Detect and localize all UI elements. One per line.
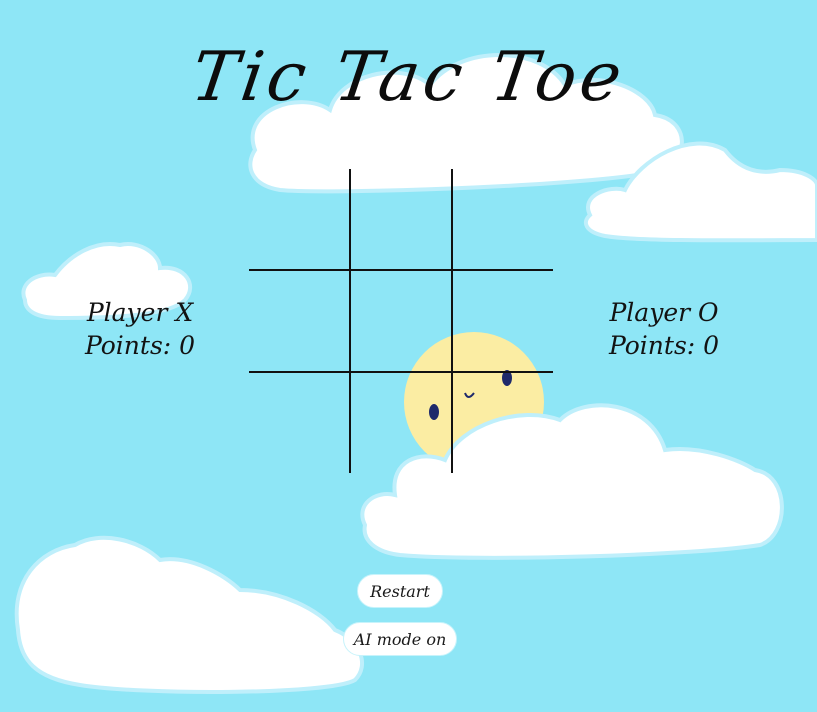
board-cell-1-2[interactable] xyxy=(453,271,553,371)
board-cell-0-1[interactable] xyxy=(351,169,451,269)
player-o-panel: Player O Points: 0 xyxy=(574,296,754,362)
player-o-points: Points: 0 xyxy=(608,331,720,360)
player-o-name: Player O xyxy=(609,298,719,327)
board-cell-1-1[interactable] xyxy=(351,271,451,371)
cloud-bottom-left xyxy=(14,535,365,694)
board-cell-0-0[interactable] xyxy=(249,169,349,269)
board-cell-2-2[interactable] xyxy=(453,373,553,473)
board-cell-2-0[interactable] xyxy=(249,373,349,473)
board-cell-0-2[interactable] xyxy=(453,169,553,269)
player-x-points: Points: 0 xyxy=(84,331,196,360)
player-x-name: Player X xyxy=(86,298,194,327)
grid-line-horizontal-1 xyxy=(249,269,553,271)
grid-line-vertical-2 xyxy=(451,169,453,473)
game-board xyxy=(249,169,553,473)
game-title: Tic Tac Toe xyxy=(186,38,631,117)
board-cell-1-0[interactable] xyxy=(249,271,349,371)
player-x-panel: Player X Points: 0 xyxy=(50,296,230,362)
grid-line-horizontal-2 xyxy=(249,371,553,373)
restart-button[interactable]: Restart xyxy=(357,574,443,608)
ai-mode-button[interactable]: AI mode on xyxy=(343,622,457,656)
board-cell-2-1[interactable] xyxy=(351,373,451,473)
grid-line-vertical-1 xyxy=(349,169,351,473)
